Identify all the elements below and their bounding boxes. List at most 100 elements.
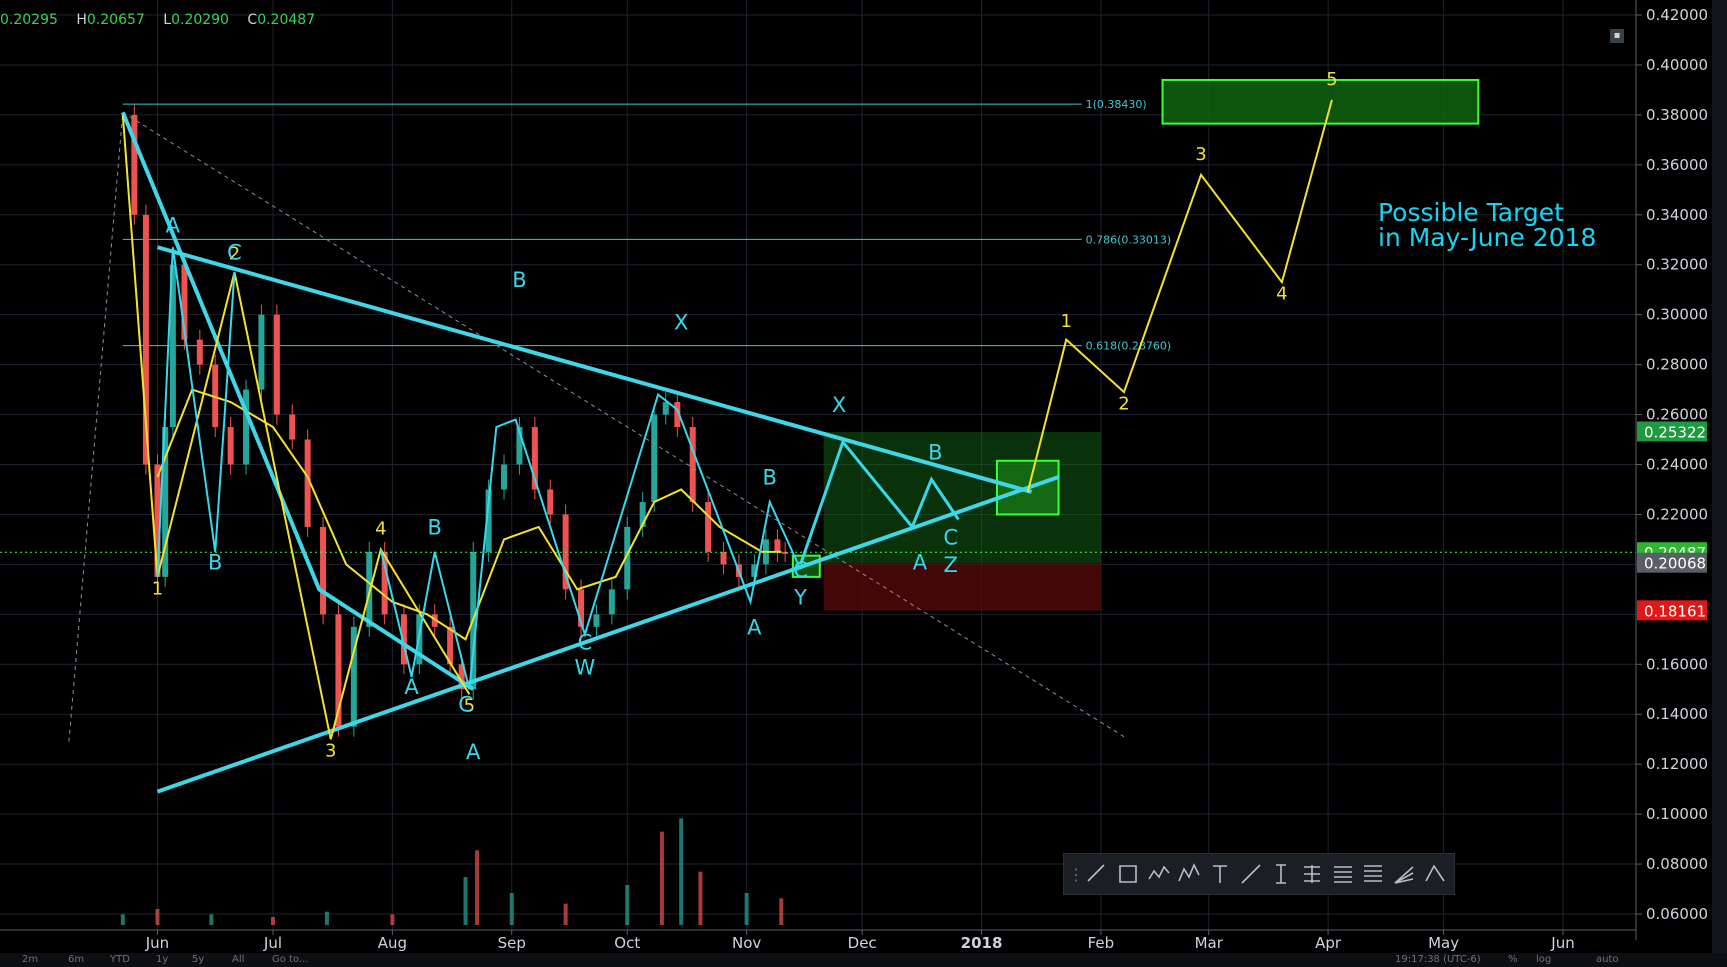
x-tick-label: 2018: [961, 934, 1003, 952]
bottom-bar-item[interactable]: Go to...: [272, 954, 308, 965]
candle-body: [689, 427, 696, 502]
fan-tool[interactable]: [1389, 856, 1420, 892]
candle-body: [720, 551, 727, 565]
volume-bar: [679, 818, 684, 925]
wave-label: 4: [1276, 284, 1287, 305]
wave-abc-tool[interactable]: [1174, 856, 1205, 892]
bottom-bar-item[interactable]: All: [232, 954, 244, 965]
fib-levels-icon: [1364, 865, 1383, 882]
volume-bar: [659, 831, 664, 925]
x-tick-label: Jun: [1550, 934, 1574, 952]
candle-body: [774, 539, 781, 552]
close-label: C: [247, 12, 258, 28]
open-value: 0.20295: [0, 12, 58, 28]
bottom-bar-item[interactable]: log: [1536, 954, 1551, 965]
x-tick-label: Mar: [1195, 934, 1224, 952]
bottom-bar-item[interactable]: auto: [1596, 954, 1619, 965]
rectangle-tool[interactable]: [1113, 856, 1144, 892]
price-range-tool[interactable]: [1266, 856, 1297, 892]
y-tick-label: 0.38000: [1646, 106, 1708, 124]
settings-icon[interactable]: ▪: [1610, 29, 1624, 43]
bottom-bar-item[interactable]: 6m: [68, 954, 84, 965]
volume-bar: [563, 903, 568, 925]
fib-label: 0.786(0.33013): [1086, 233, 1172, 246]
y-tick-label: 0.30000: [1646, 306, 1708, 324]
candle-body: [662, 402, 669, 415]
volume-bar: [475, 850, 480, 925]
triangle-upper-line: [156, 245, 1033, 494]
gann-tool[interactable]: [1327, 856, 1358, 892]
fib-label: 1(0.38430): [1086, 98, 1147, 111]
volume-bar: [390, 914, 395, 925]
wave-label: A: [747, 615, 762, 639]
drawing-toolbar: ⋮: [1063, 853, 1455, 895]
target-line-1: Possible Target: [1378, 198, 1564, 227]
wave-label: B: [763, 465, 777, 489]
candle-body: [131, 114, 138, 215]
y-tick-label: 0.26000: [1646, 406, 1708, 424]
y-tick-label: 0.24000: [1646, 456, 1708, 474]
volume-bar: [509, 893, 514, 925]
wave-label: 5: [1326, 69, 1337, 90]
grid: [0, 0, 1636, 930]
triangle-pattern-tool[interactable]: [1419, 856, 1450, 892]
high-label: H: [76, 12, 87, 28]
wave-label: Z: [944, 553, 958, 577]
pencil-tool[interactable]: [1082, 856, 1113, 892]
price-tag-label: 0.20068: [1644, 555, 1706, 573]
bottom-bar-item[interactable]: 2m: [22, 954, 38, 965]
y-tick-label: 0.10000: [1646, 805, 1708, 823]
chart-canvas[interactable]: 1(0.38430) 0.786(0.33013) 0.618(0.28760) 1…: [0, 0, 1727, 967]
y-tick-label: 0.06000: [1646, 905, 1708, 923]
wave-label: 4: [375, 518, 386, 539]
wave-label: B: [512, 268, 526, 292]
text-tool[interactable]: [1205, 856, 1236, 892]
wave-label: 1: [152, 578, 163, 599]
wave-label: 1: [1061, 311, 1072, 332]
pitchfork-tool[interactable]: [1297, 856, 1328, 892]
low-value: 0.20290: [171, 12, 229, 28]
wave-label: 2: [1118, 394, 1129, 415]
wave-label: 3: [1195, 144, 1206, 165]
wave-label: W: [575, 655, 596, 679]
candle-body: [501, 464, 508, 490]
y-tick-label: 0.28000: [1646, 356, 1708, 374]
gann-icon: [1333, 866, 1352, 883]
x-tick-label: Jul: [263, 934, 282, 952]
wave-label: C: [458, 693, 473, 717]
volume-bar: [744, 893, 749, 925]
drag-grip-icon[interactable]: ⋮: [1068, 865, 1084, 884]
zigzag-icon: [1147, 865, 1170, 880]
x-tick-label: Oct: [614, 934, 640, 952]
wave-labels: 1234512345ABCABCABCWXABCYXBACZ: [152, 69, 1338, 764]
x-tick-label: Aug: [378, 934, 407, 952]
wave-label: C: [793, 558, 808, 582]
candle-body: [227, 427, 234, 465]
pencil-icon: [1087, 864, 1105, 882]
y-tick-label: 0.42000: [1646, 6, 1708, 24]
bottom-bar-item[interactable]: 19:17:38 (UTC-6): [1395, 954, 1481, 965]
trend-line-tool[interactable]: [1235, 856, 1266, 892]
bottom-bar-item[interactable]: YTD: [110, 954, 130, 965]
candle-body: [651, 414, 658, 502]
price-tag-label: 0.25322: [1644, 423, 1706, 441]
candle-body: [196, 339, 203, 365]
fib-levels-tool[interactable]: [1358, 856, 1389, 892]
x-tick-label: Sep: [498, 934, 526, 952]
wave-label: A: [404, 675, 419, 699]
x-tick-label: Feb: [1088, 934, 1115, 952]
bottom-bar-item[interactable]: 5y: [192, 954, 204, 965]
volume-bar: [120, 914, 125, 925]
wave-abc-icon: [1178, 863, 1201, 882]
wave-label: X: [674, 311, 688, 335]
candle-body: [243, 389, 250, 465]
bottom-bar-item[interactable]: %: [1508, 954, 1518, 965]
bottom-bar-item[interactable]: 1y: [156, 954, 168, 965]
candle-body: [320, 526, 327, 615]
bottom-bar: 2m 6m YTD 1y 5y All Go to... 19:17:38 (UTC-6)% l…: [0, 953, 1727, 967]
x-tick-label: May: [1428, 934, 1459, 952]
zigzag-tool[interactable]: [1143, 856, 1174, 892]
triangle-pattern-icon: [1425, 864, 1445, 882]
y-tick-label: 0.22000: [1646, 505, 1708, 523]
target-line-2: in May-June 2018: [1378, 223, 1597, 252]
